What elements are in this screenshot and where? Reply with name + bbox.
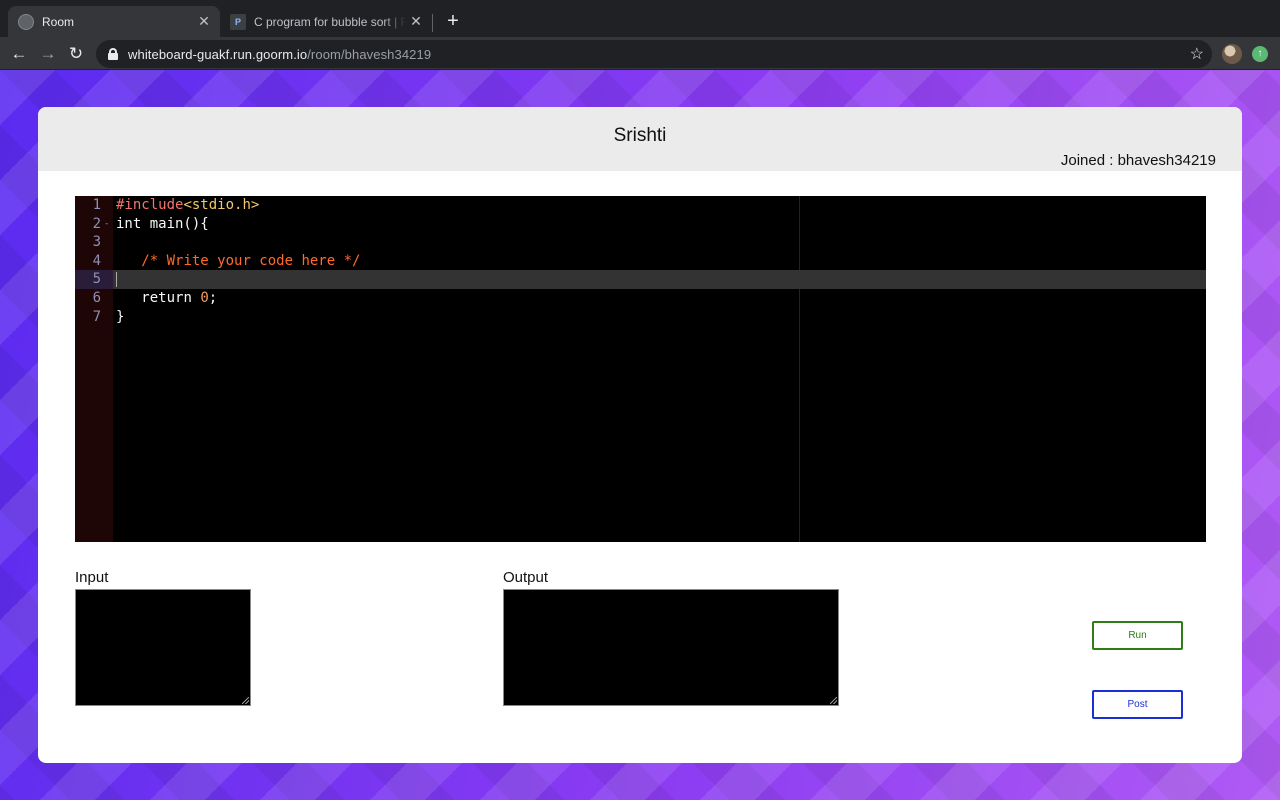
close-tab-icon[interactable]: ✕: [406, 12, 426, 32]
line-number: 2: [92, 215, 101, 232]
code-text: return 0;: [116, 289, 217, 308]
tab-separator: [432, 14, 433, 32]
lock-icon[interactable]: [108, 48, 118, 60]
preprocessor-token: #include: [116, 197, 184, 213]
line-number: 4: [92, 252, 101, 269]
keyword-token: return: [141, 290, 201, 306]
code-text: /* Write your code here */: [116, 252, 360, 271]
browser-tab-strip: Room ✕ P C program for bubble sort | Pro…: [0, 0, 1280, 37]
line-number: 6: [92, 290, 101, 306]
output-label: Output: [503, 569, 549, 586]
globe-icon: [18, 13, 34, 30]
run-button[interactable]: Run: [1092, 621, 1183, 650]
tab-title: Room: [42, 14, 75, 29]
bookmark-star-icon[interactable]: ☆: [1190, 44, 1204, 64]
output-textarea[interactable]: [503, 589, 839, 706]
line-number: 7: [92, 308, 101, 325]
line-number: 1: [92, 197, 101, 213]
extension-update-icon[interactable]: ↑: [1252, 46, 1268, 62]
number-token: 0: [200, 290, 209, 306]
code-text: #include<stdio.h>: [116, 196, 259, 215]
input-textarea[interactable]: [75, 589, 251, 706]
input-label: Input: [75, 569, 109, 586]
fold-toggle-icon[interactable]: -: [104, 215, 109, 234]
line-number: 5: [75, 270, 113, 289]
text-cursor: [116, 272, 117, 288]
joined-user-label: Joined : bhavesh34219: [1060, 152, 1216, 169]
room-card: Srishti Joined : bhavesh34219 1 #include…: [38, 107, 1242, 763]
url-path: /room/bhavesh34219: [307, 46, 432, 62]
code-line[interactable]: 7 }: [75, 308, 1206, 327]
site-favicon-icon: P: [230, 13, 246, 30]
room-title: Srishti: [613, 125, 667, 146]
tab-bubble-sort[interactable]: P C program for bubble sort | Pro ✕: [222, 6, 432, 37]
code-line-active[interactable]: 5: [75, 270, 1206, 289]
tab-title: C program for bubble sort | Pro: [254, 14, 406, 29]
room-header: Srishti Joined : bhavesh34219: [38, 107, 1242, 171]
tab-room[interactable]: Room ✕: [8, 6, 220, 37]
back-arrow-icon[interactable]: ←: [7, 42, 31, 66]
code-text: int main(){: [116, 215, 209, 232]
code-line[interactable]: 2 - int main(){: [75, 215, 1206, 234]
code-line[interactable]: 6 return 0;: [75, 289, 1206, 308]
post-button[interactable]: Post: [1092, 690, 1183, 719]
reload-icon[interactable]: ↻: [64, 42, 88, 66]
page-background: Srishti Joined : bhavesh34219 1 #include…: [0, 70, 1280, 800]
address-bar[interactable]: whiteboard-guakf.run.goorm.io/room/bhave…: [96, 40, 1212, 68]
browser-toolbar: ← → ↻ whiteboard-guakf.run.goorm.io/room…: [0, 37, 1280, 70]
code-line[interactable]: 4 /* Write your code here */: [75, 252, 1206, 271]
line-number: 3: [92, 234, 101, 251]
comment-token: /* Write your code here */: [141, 252, 361, 269]
forward-arrow-icon[interactable]: →: [36, 42, 60, 66]
close-tab-icon[interactable]: ✕: [194, 12, 214, 32]
code-editor[interactable]: 1 #include<stdio.h> 2 - int main(){ 3 4 …: [75, 196, 1206, 542]
profile-avatar[interactable]: [1222, 44, 1242, 64]
code-line[interactable]: 3: [75, 233, 1206, 252]
code-text: }: [116, 308, 125, 325]
url-host: whiteboard-guakf.run.goorm.io: [128, 46, 308, 62]
include-path-token: <stdio.h>: [183, 197, 260, 213]
new-tab-button[interactable]: +: [442, 10, 464, 32]
punctuation-token: ;: [208, 290, 218, 306]
url-text[interactable]: whiteboard-guakf.run.goorm.io/room/bhave…: [128, 47, 431, 62]
code-line[interactable]: 1 #include<stdio.h>: [75, 196, 1206, 215]
